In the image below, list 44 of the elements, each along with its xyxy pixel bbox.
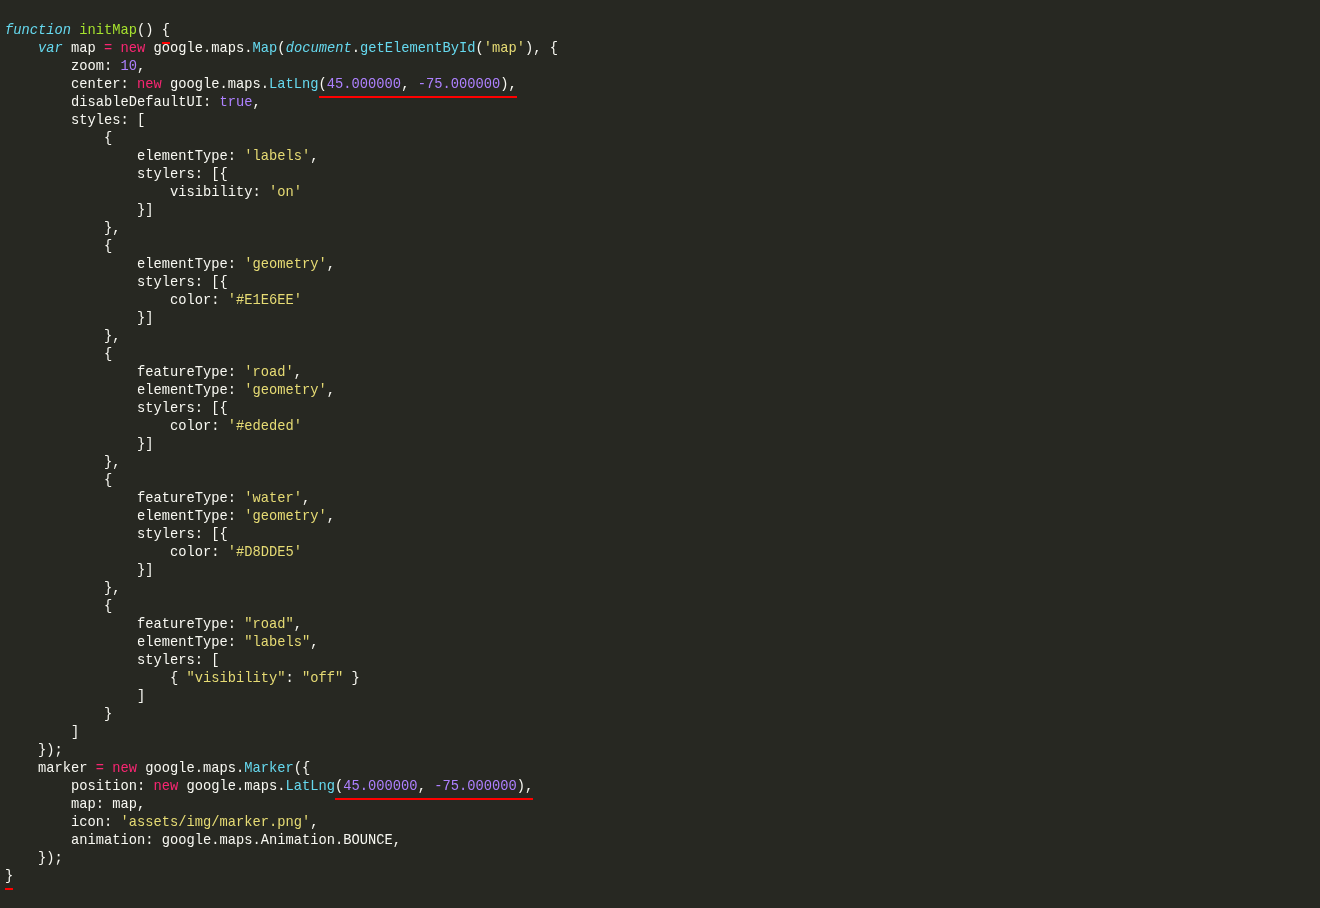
code-line: elementType: "labels", [136,634,319,652]
code-line: color: '#ededed' [169,418,303,436]
code-line: { [103,130,113,148]
code-line: elementType: 'geometry', [136,382,336,400]
code-line: disableDefaultUI: true, [70,94,261,112]
code-line: icon: 'assets/img/marker.png', [70,814,319,832]
code-line: { [103,346,113,364]
code-line: }, [103,220,121,238]
code-line: }, [103,454,121,472]
code-line: marker = new google.maps.Marker({ [37,760,311,778]
code-line: }, [103,328,121,346]
code-line: elementType: 'labels', [136,148,319,166]
code-line: visibility: 'on' [169,184,303,202]
code-line: elementType: 'geometry', [136,256,336,274]
code-line: styles: [ [70,112,146,130]
code-line: { "visibility": "off" } [169,670,360,688]
code-line: } [103,706,113,724]
code-line: color: '#E1E6EE' [169,292,303,310]
code-line: ] [70,724,80,742]
code-line: }); [37,850,63,868]
code-line: { [103,238,113,256]
code-line: }, [103,580,121,598]
code-line: }] [136,202,154,220]
code-line: }] [136,436,154,454]
code-line: featureType: 'water', [136,490,311,508]
code-line: elementType: 'geometry', [136,508,336,526]
code-line: map: map, [70,796,146,814]
code-line: animation: google.maps.Animation.BOUNCE, [70,832,402,850]
code-line: zoom: 10, [70,58,146,76]
code-line: color: '#D8DDE5' [169,544,303,562]
code-line: stylers: [{ [136,166,228,184]
code-line: var map = new google.maps.Map(document.getElementById('map'), { [37,40,558,58]
code-line: { [103,472,113,490]
code-line: stylers: [ [136,652,220,670]
code-line: ] [136,688,146,706]
code-line: stylers: [{ [136,400,228,418]
code-line: }] [136,562,154,580]
code-line: stylers: [{ [136,526,228,544]
code-line: }] [136,310,154,328]
code-line: featureType: 'road', [136,364,303,382]
code-line: }); [37,742,63,760]
code-line: { [103,598,113,616]
code-line: stylers: [{ [136,274,228,292]
code-line: featureType: "road", [136,616,303,634]
